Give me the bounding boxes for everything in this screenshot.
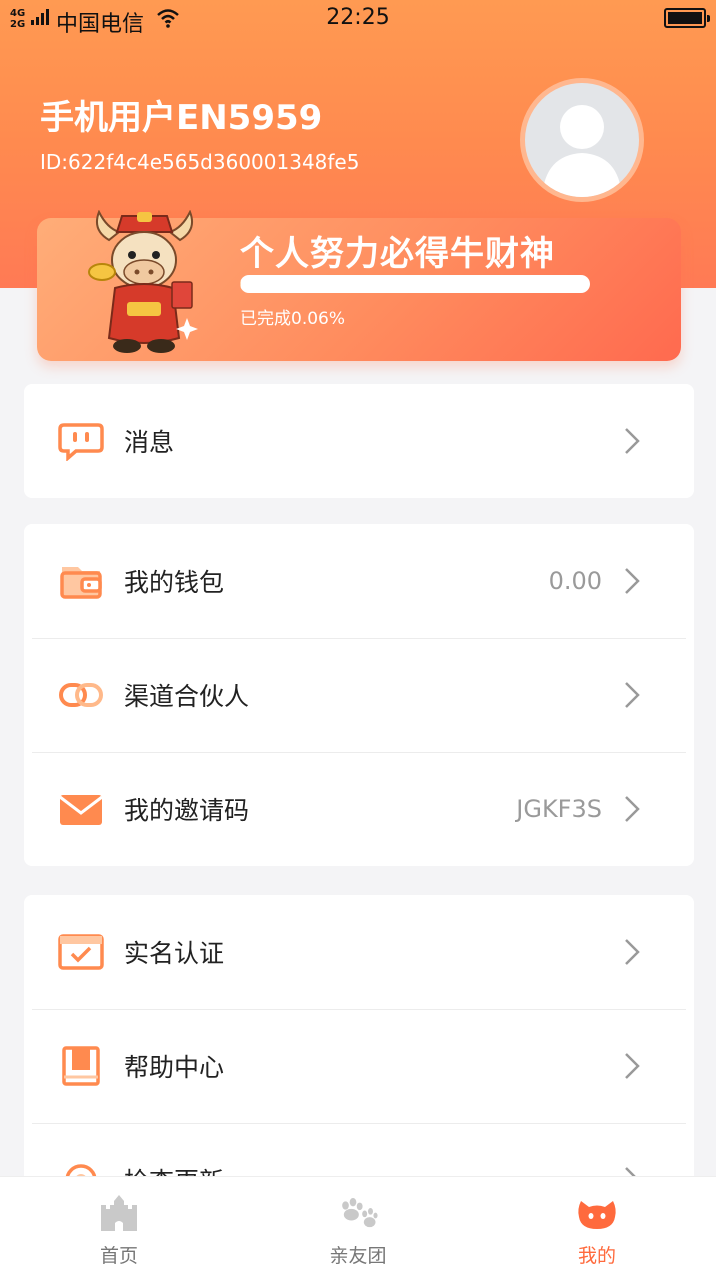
fortune-ox-mascot-icon xyxy=(88,210,198,353)
verify-icon xyxy=(58,934,104,970)
menu-item-label: 实名认证 xyxy=(124,939,225,968)
cat-face-icon xyxy=(578,1201,616,1229)
menu-item-label: 帮助中心 xyxy=(124,1053,225,1082)
tab-mine[interactable]: 我的 xyxy=(478,1177,716,1276)
chevron-right-icon xyxy=(625,796,640,822)
chevron-right-icon xyxy=(625,1053,640,1079)
menu-item-channel-partner[interactable]: 渠道合伙人 xyxy=(24,638,694,752)
user-id: ID:622f4c4e565d360001348fe5 xyxy=(40,150,360,174)
wallet-icon xyxy=(60,567,102,599)
battery-icon xyxy=(664,8,710,28)
invite-code-value: JGKF3S xyxy=(516,795,602,823)
tab-label: 亲友团 xyxy=(329,1245,387,1267)
clock: 22:25 xyxy=(326,5,390,30)
menu-item-invite-code[interactable]: 我的邀请码 JGKF3S xyxy=(24,752,694,866)
menu-item-label: 我的钱包 xyxy=(124,568,225,597)
user-name: 手机用户EN5959 xyxy=(40,98,323,138)
chevron-right-icon xyxy=(625,568,640,594)
promo-progress-bar xyxy=(240,275,590,293)
link-icon xyxy=(59,683,103,707)
promo-title: 个人努力必得牛财神 xyxy=(240,234,555,274)
promo-progress-text: 已完成0.06% xyxy=(240,309,346,329)
menu-item-help-center[interactable]: 帮助中心 xyxy=(24,1009,694,1123)
avatar[interactable] xyxy=(520,78,644,202)
bottom-tab-bar: 首页 亲友团 我的 xyxy=(0,1176,716,1276)
menu-item-wallet[interactable]: 我的钱包 0.00 xyxy=(24,524,694,638)
status-bar: 4G 2G 中国电信 22:25 xyxy=(0,0,716,40)
tab-label: 首页 xyxy=(99,1245,138,1267)
menu-item-label: 渠道合伙人 xyxy=(124,682,250,711)
tab-label: 我的 xyxy=(577,1245,616,1267)
message-icon xyxy=(58,423,104,461)
user-silhouette-icon xyxy=(542,105,622,197)
promo-banner[interactable]: 个人努力必得牛财神 已完成0.06% xyxy=(37,210,681,361)
tab-home[interactable]: 首页 xyxy=(0,1177,238,1276)
menu-item-label: 我的邀请码 xyxy=(124,796,250,825)
book-icon xyxy=(62,1046,100,1086)
tab-family-group[interactable]: 亲友团 xyxy=(239,1177,477,1276)
castle-icon xyxy=(101,1195,137,1231)
envelope-icon xyxy=(59,795,103,825)
menu-item-message[interactable]: 消息 xyxy=(24,384,694,498)
chevron-right-icon xyxy=(625,428,640,454)
menu-group-2: 我的钱包 0.00 渠道合伙人 我的邀请码 JGKF3S xyxy=(24,524,694,866)
wallet-balance: 0.00 xyxy=(548,567,602,595)
menu-group-1: 消息 xyxy=(24,384,694,498)
chevron-right-icon xyxy=(625,682,640,708)
chevron-right-icon xyxy=(625,939,640,965)
paw-icon xyxy=(342,1198,378,1228)
menu-item-label: 消息 xyxy=(124,428,175,457)
menu-item-real-name-verify[interactable]: 实名认证 xyxy=(24,895,694,1009)
menu-group-3: 实名认证 帮助中心 检查更新 xyxy=(24,895,694,1185)
